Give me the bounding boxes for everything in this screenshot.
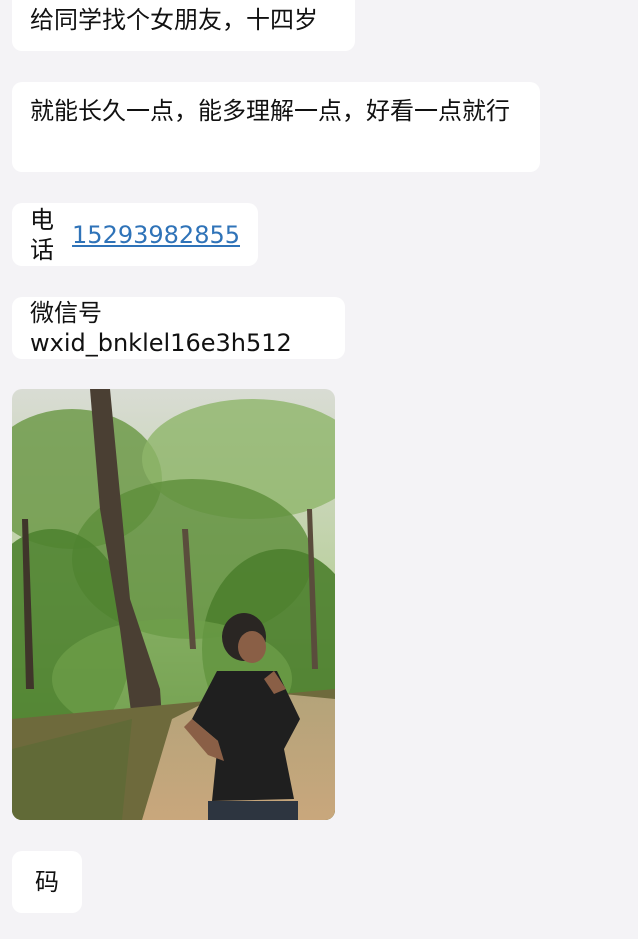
photo-image <box>12 389 335 820</box>
message-bubble-3[interactable]: 电话 15293982855 <box>12 203 258 266</box>
message-bubble-5[interactable]: 码 <box>12 851 82 913</box>
message-text: 就能长久一点，能多理解一点，好看一点就行 <box>30 97 510 125</box>
phone-number-link[interactable]: 15293982855 <box>72 220 240 250</box>
message-text: 微信号wxid_bnklel16e3h512 <box>30 299 292 357</box>
message-bubble-2[interactable]: 就能长久一点，能多理解一点，好看一点就行 <box>12 82 540 172</box>
message-prefix: 电话 <box>30 205 54 264</box>
photo-message[interactable] <box>12 389 335 820</box>
message-text: 码 <box>35 868 59 896</box>
message-bubble-1[interactable]: 给同学找个女朋友，十四岁 <box>12 0 355 51</box>
message-text: 给同学找个女朋友，十四岁 <box>30 5 318 34</box>
message-bubble-4[interactable]: 微信号wxid_bnklel16e3h512 <box>12 297 345 359</box>
